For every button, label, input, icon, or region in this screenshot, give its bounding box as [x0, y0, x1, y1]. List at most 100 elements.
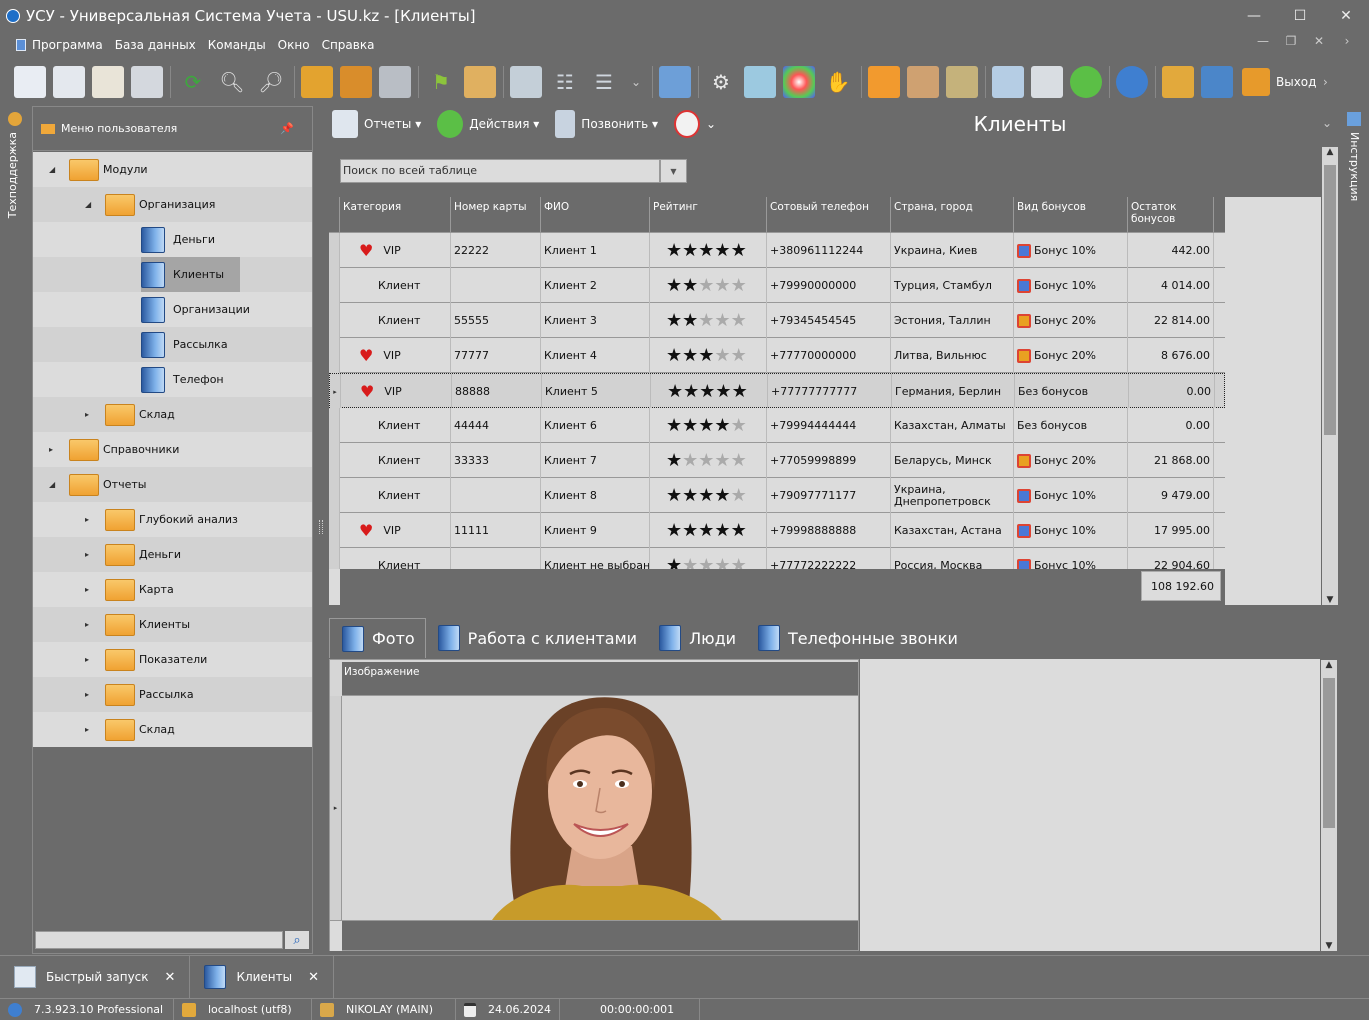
tree-expander-icon[interactable]: ▸: [85, 655, 89, 664]
column-header[interactable]: Номер карты: [451, 197, 541, 233]
tree-expander-icon[interactable]: ▸: [85, 690, 89, 699]
tree-expand-icon[interactable]: ☷: [549, 66, 581, 98]
tree-item-body[interactable]: Деньги: [105, 537, 197, 572]
map-icon[interactable]: [744, 66, 776, 98]
title-collapse-icon[interactable]: ⌄: [1322, 116, 1332, 130]
tree-item[interactable]: ▸ Рассылка: [33, 677, 312, 712]
table-row[interactable]: ♥ VIP 77777 Клиент 4 ★ ★ ★ ★ ★ +77770000000 Литва,…: [329, 338, 1225, 373]
tree-collapse-icon[interactable]: ☰: [588, 66, 620, 98]
tree-expander-icon[interactable]: ▸: [85, 550, 89, 559]
tree-item-body[interactable]: Модули: [69, 152, 164, 187]
support-icon[interactable]: [8, 112, 22, 126]
column-header[interactable]: Сотовый телефон: [767, 197, 891, 233]
hand-icon[interactable]: ✋: [822, 66, 854, 98]
tree-item[interactable]: Деньги: [33, 222, 312, 257]
tree-item-body[interactable]: Телефон: [141, 362, 240, 397]
scroll-down-icon[interactable]: ▼: [1321, 941, 1337, 951]
info-icon[interactable]: [1116, 66, 1148, 98]
delete-record-icon[interactable]: [131, 66, 163, 98]
reports-icon[interactable]: [332, 110, 358, 138]
tree-item-body[interactable]: Рассылка: [141, 327, 244, 362]
scroll-up-icon[interactable]: ▲: [1322, 147, 1338, 157]
pin-icon[interactable]: 📌: [280, 122, 294, 135]
tree-item-body[interactable]: Отчеты: [69, 467, 162, 502]
instructions-strip[interactable]: Инструкция: [1348, 132, 1361, 201]
edit-record-icon[interactable]: [92, 66, 124, 98]
image-icon[interactable]: [464, 66, 496, 98]
new-record-icon[interactable]: [14, 66, 46, 98]
column-header[interactable]: Вид бонусов: [1014, 197, 1128, 233]
color-wheel-icon[interactable]: [783, 66, 815, 98]
tree-item[interactable]: Рассылка: [33, 327, 312, 362]
actions-icon[interactable]: [437, 110, 464, 138]
column-header[interactable]: Категория: [340, 197, 451, 233]
clear-filter-icon[interactable]: [379, 66, 411, 98]
tree-expander-icon[interactable]: ▸: [85, 620, 89, 629]
tree-item[interactable]: Телефон: [33, 362, 312, 397]
table-row[interactable]: Клиент Клиент 2 ★ ★ ★ ★ ★ +79990000000 Турция, С…: [329, 268, 1225, 303]
grid-view-icon[interactable]: [659, 66, 691, 98]
call-button[interactable]: Позвонить ▾: [581, 117, 658, 131]
refresh-icon[interactable]: ⟳: [177, 66, 209, 98]
expand-icon[interactable]: [510, 66, 542, 98]
window-tab-quick-launch[interactable]: Быстрый запуск ✕: [0, 956, 191, 998]
tree-item[interactable]: ▸ Глубокий анализ: [33, 502, 312, 537]
tree-expander-icon[interactable]: ▸: [85, 410, 89, 419]
mdi-restore-button[interactable]: ❐: [1277, 34, 1305, 48]
tree-item[interactable]: ▸ Карта: [33, 572, 312, 607]
table-search-input[interactable]: Поиск по всей таблице: [340, 159, 660, 183]
app-menu-icon[interactable]: [16, 39, 26, 51]
tree-item-body[interactable]: Клиенты: [141, 257, 241, 292]
mdi-more-button[interactable]: ›: [1333, 34, 1361, 48]
actions-button[interactable]: Действия ▾: [469, 117, 539, 131]
menu-program[interactable]: Программа: [32, 38, 103, 52]
close-button[interactable]: ✕: [1323, 0, 1369, 32]
tree-item[interactable]: ▸ Показатели: [33, 642, 312, 677]
search-dropdown-button[interactable]: ▼: [660, 159, 687, 183]
plug-icon[interactable]: [1201, 66, 1233, 98]
phone-icon[interactable]: [555, 110, 576, 138]
user-icon[interactable]: [907, 66, 939, 98]
tree-expander-icon[interactable]: ◢: [49, 165, 55, 174]
exit-button[interactable]: Выход: [1242, 68, 1316, 96]
content-more-button[interactable]: ⌄: [706, 117, 716, 131]
tree-item-body[interactable]: Глубокий анализ: [105, 502, 254, 537]
copy-record-icon[interactable]: [53, 66, 85, 98]
tree-item-body[interactable]: Склад: [105, 397, 191, 432]
tree-item-body[interactable]: Справочники: [69, 432, 195, 467]
tab-client-work[interactable]: Работа с клиентами: [426, 618, 647, 658]
calendar-grid-icon[interactable]: [992, 66, 1024, 98]
table-scrollbar[interactable]: ▲ ▼: [1322, 147, 1338, 605]
clock-icon[interactable]: [674, 110, 701, 138]
table-row[interactable]: Клиент 55555 Клиент 3 ★ ★ ★ ★ ★ +79345454545 Эсто…: [329, 303, 1225, 338]
filter-by-value-icon[interactable]: [340, 66, 372, 98]
tree-item-body[interactable]: Клиенты: [105, 607, 206, 642]
toolbar-more-icon[interactable]: ›: [1316, 66, 1334, 98]
tab-people[interactable]: Люди: [647, 618, 746, 658]
tab-photo[interactable]: Фото: [329, 618, 426, 658]
tree-item[interactable]: Организации: [33, 292, 312, 327]
tree-item-body[interactable]: Деньги: [141, 222, 231, 257]
tree-item[interactable]: ◢ Отчеты: [33, 467, 312, 502]
detail-scroll-thumb[interactable]: [1323, 678, 1335, 828]
filter-icon[interactable]: [301, 66, 333, 98]
tree-item-body[interactable]: Показатели: [105, 642, 223, 677]
users-group-icon[interactable]: [946, 66, 978, 98]
menu-commands[interactable]: Команды: [208, 38, 266, 52]
maximize-button[interactable]: ☐: [1277, 0, 1323, 32]
tab-phone-calls[interactable]: Телефонные звонки: [746, 618, 968, 658]
support-strip[interactable]: Техподдержка: [6, 132, 19, 218]
column-header[interactable]: Страна, город: [891, 197, 1014, 233]
tree-expander-icon[interactable]: ◢: [85, 200, 91, 209]
column-header[interactable]: Рейтинг: [650, 197, 767, 233]
toolbar-overflow-icon[interactable]: ⌄: [627, 66, 645, 98]
tree-item[interactable]: ◢ Модули: [33, 152, 312, 187]
table-scroll-thumb[interactable]: [1324, 165, 1336, 435]
table-row[interactable]: ♥ VIP 22222 Клиент 1 ★ ★ ★ ★ ★ +380961112244 Украи…: [329, 233, 1225, 268]
close-tab-icon[interactable]: ✕: [308, 970, 319, 985]
tree-search-button[interactable]: ⌕: [285, 931, 309, 949]
table-row[interactable]: ♥ VIP 11111 Клиент 9 ★ ★ ★ ★ ★ +79998888888 Казахс…: [329, 513, 1225, 548]
flag-icon[interactable]: ⚑: [425, 66, 457, 98]
tree-item[interactable]: Клиенты: [33, 257, 312, 292]
tree-expander-icon[interactable]: ▸: [85, 515, 89, 524]
